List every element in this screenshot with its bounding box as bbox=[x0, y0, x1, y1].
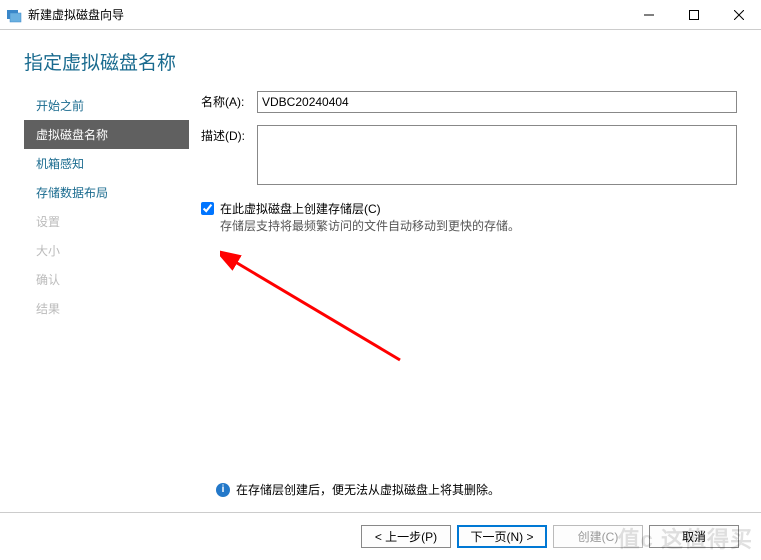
desc-input[interactable] bbox=[257, 125, 737, 185]
sidebar-item-enclosure[interactable]: 机箱感知 bbox=[24, 149, 189, 178]
sidebar-item-confirm: 确认 bbox=[24, 265, 189, 294]
info-text: 在存储层创建后，便无法从虚拟磁盘上将其删除。 bbox=[236, 481, 500, 498]
page-heading: 指定虚拟磁盘名称 bbox=[0, 30, 761, 87]
sidebar-item-settings: 设置 bbox=[24, 207, 189, 236]
sidebar-item-diskname[interactable]: 虚拟磁盘名称 bbox=[24, 120, 189, 149]
next-button[interactable]: 下一页(N) > bbox=[457, 525, 547, 548]
window-controls bbox=[626, 0, 761, 30]
sidebar-item-layout[interactable]: 存储数据布局 bbox=[24, 178, 189, 207]
window-title: 新建虚拟磁盘向导 bbox=[28, 6, 124, 23]
tier-checkbox-label: 在此虚拟磁盘上创建存储层(C) bbox=[220, 200, 520, 217]
wizard-sidebar: 开始之前 虚拟磁盘名称 机箱感知 存储数据布局 设置 大小 确认 结果 bbox=[24, 87, 189, 323]
sidebar-item-result: 结果 bbox=[24, 294, 189, 323]
minimize-button[interactable] bbox=[626, 0, 671, 30]
titlebar: 新建虚拟磁盘向导 bbox=[0, 0, 761, 30]
desc-label: 描述(D): bbox=[201, 125, 257, 188]
name-input[interactable] bbox=[257, 91, 737, 113]
sidebar-item-size: 大小 bbox=[24, 236, 189, 265]
info-note: i 在存储层创建后，便无法从虚拟磁盘上将其删除。 bbox=[216, 481, 500, 498]
tier-checkbox[interactable] bbox=[201, 202, 214, 215]
tier-checkbox-desc: 存储层支持将最频繁访问的文件自动移动到更快的存储。 bbox=[220, 217, 520, 234]
name-label: 名称(A): bbox=[201, 91, 257, 113]
sidebar-item-before[interactable]: 开始之前 bbox=[24, 91, 189, 120]
content-area: 开始之前 虚拟磁盘名称 机箱感知 存储数据布局 设置 大小 确认 结果 名称(A… bbox=[0, 87, 761, 323]
maximize-button[interactable] bbox=[671, 0, 716, 30]
app-icon bbox=[6, 7, 22, 23]
info-icon: i bbox=[216, 483, 230, 497]
form-panel: 名称(A): 描述(D): 在此虚拟磁盘上创建存储层(C) 存储层支持将最频繁访… bbox=[189, 87, 737, 323]
cancel-button[interactable]: 取消 bbox=[649, 525, 739, 548]
close-button[interactable] bbox=[716, 0, 761, 30]
create-button: 创建(C) bbox=[553, 525, 643, 548]
prev-button[interactable]: < 上一步(P) bbox=[361, 525, 451, 548]
wizard-footer: < 上一步(P) 下一页(N) > 创建(C) 取消 bbox=[0, 512, 761, 560]
